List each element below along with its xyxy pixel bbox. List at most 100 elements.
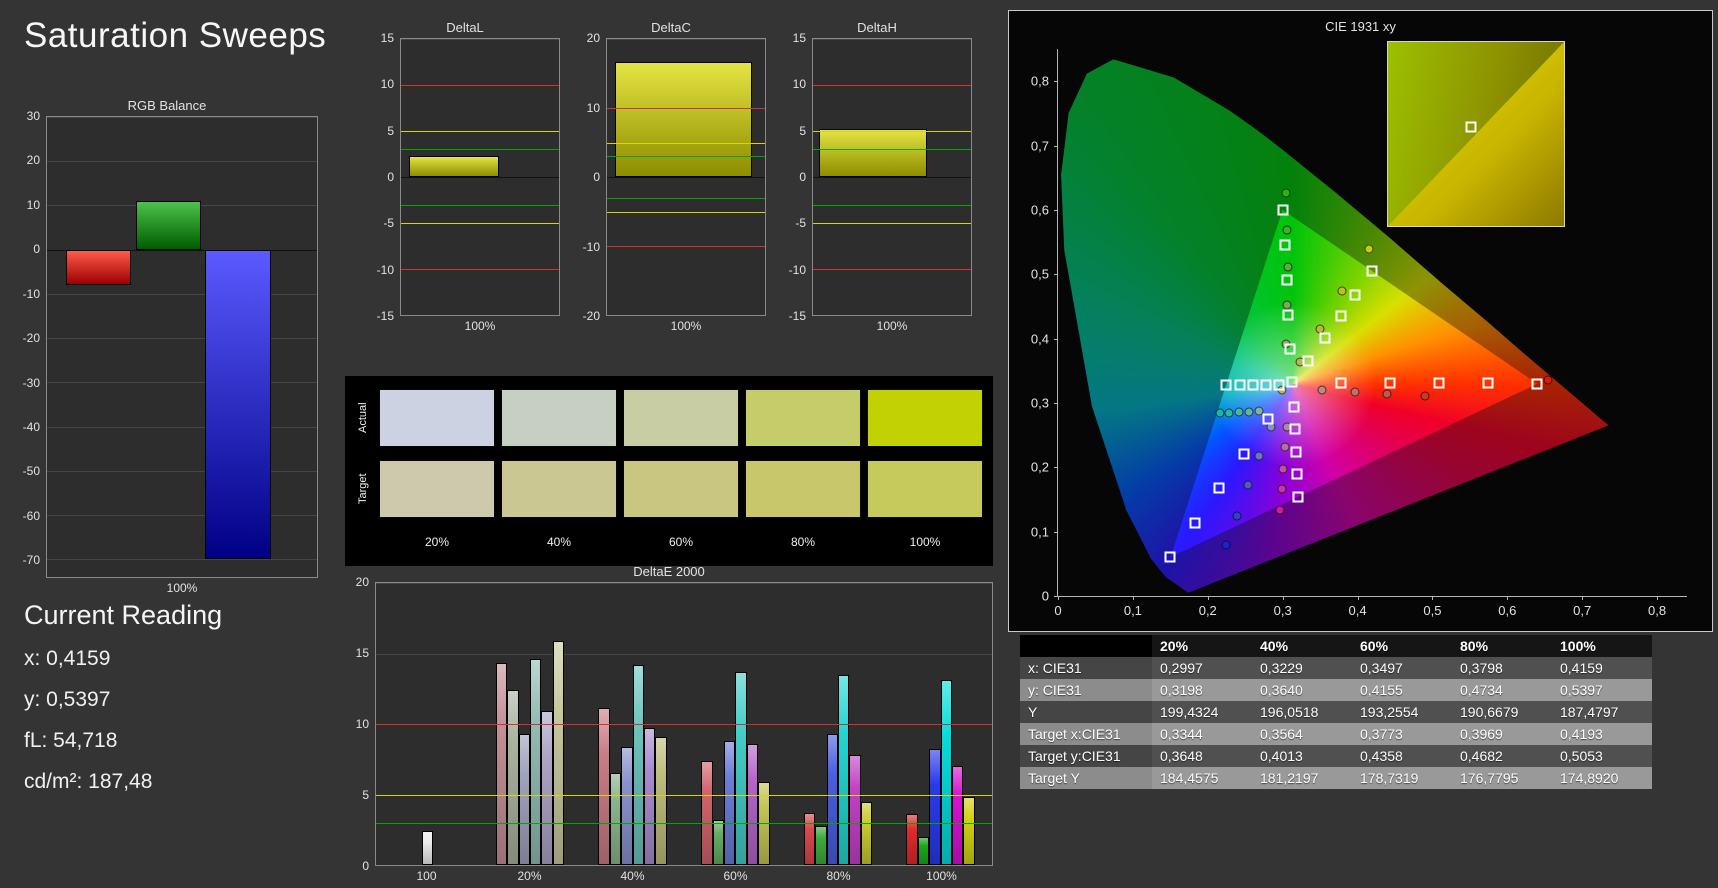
delta-c-y-axis: 20 10 0 -10 -20 <box>576 32 606 322</box>
cie-target-square <box>1281 274 1293 286</box>
inset-target-marker <box>1465 121 1477 133</box>
rgb-y-axis: 30 20 10 0 -10 -20 -30 -40 -50 -60 -70 <box>16 110 46 578</box>
current-reading-line: fL: 54,718 <box>24 729 118 752</box>
deltae-bar <box>541 711 553 865</box>
target-swatch <box>867 460 983 518</box>
deltae-bar <box>712 819 724 865</box>
table-value-cell: 0,4682 <box>1452 745 1552 767</box>
cie-y-tick-label: 0,1 <box>1030 524 1049 540</box>
cie-target-square <box>1164 551 1176 563</box>
y-tick-label: 15 <box>355 646 369 660</box>
cie-x-tick-label: 0,3 <box>1273 603 1292 618</box>
rgb-x-axis: 100% <box>46 578 318 598</box>
app-root: Saturation Sweeps RGB Balance 30 20 10 0 -10… <box>0 0 1718 888</box>
delta-c-chart: DeltaC 20 10 0 -10 -20 100% <box>576 20 766 336</box>
deltae-bar <box>552 640 565 865</box>
cie-target-square <box>1286 376 1298 388</box>
reference-line <box>401 269 559 270</box>
table-value-cell: 0,4013 <box>1252 745 1352 767</box>
table-value-cell: 190,6679 <box>1452 701 1552 723</box>
cie-target-square <box>1335 310 1347 322</box>
reference-line <box>607 142 765 144</box>
y-tick-label: -15 <box>376 309 394 323</box>
zero-line <box>813 177 971 178</box>
y-tick-label: -40 <box>22 419 40 434</box>
cie-x-tick-label: 0,4 <box>1348 603 1367 618</box>
cie-target-square <box>1292 491 1304 503</box>
y-tick-label: 10 <box>586 100 600 115</box>
reference-line <box>607 197 765 199</box>
cie-measurement-dot <box>1282 225 1292 235</box>
deltae-bar <box>655 736 667 865</box>
gridline <box>47 293 317 295</box>
gridline <box>607 39 765 40</box>
cie-x-tick-label: 0,6 <box>1498 603 1517 618</box>
cie-x-tick-mark <box>1582 596 1584 600</box>
deltae-bar <box>621 746 633 865</box>
gridline <box>47 470 317 472</box>
cie-target-square <box>1220 379 1232 391</box>
y-tick-label: -10 <box>22 286 40 301</box>
table-row-label: Target x:CIE31 <box>1020 723 1152 745</box>
deltae-bar <box>952 766 964 865</box>
cie-measurement-dot <box>1420 391 1430 401</box>
cie-measurement-dot <box>1224 408 1234 418</box>
target-swatch <box>379 460 495 518</box>
cie-target-square <box>1319 332 1331 344</box>
gridline <box>47 382 317 384</box>
delta-l-body: 15 10 5 0 -5 -10 -15 <box>370 32 560 322</box>
table-row-label: y: CIE31 <box>1020 679 1152 701</box>
cie-measurement-dot <box>1243 480 1253 490</box>
x-group-label: 100 <box>416 869 437 883</box>
gridline <box>401 39 559 40</box>
cie-measurement-dot <box>1275 505 1285 515</box>
cie-1931-panel: CIE 1931 xy 0 0,1 0,2 0,3 0,4 0,5 0,6 0,7 0,8 0 0,… <box>1008 10 1713 632</box>
reference-line <box>401 204 559 206</box>
swatch-col-label: 20% <box>424 535 450 549</box>
table-value-cell: 196,0518 <box>1252 701 1352 723</box>
table-value-cell: 0,3198 <box>1152 679 1252 701</box>
y-tick-label: 10 <box>792 77 806 92</box>
deltae-bar <box>507 690 519 865</box>
cie-measurement-dot <box>1350 387 1360 397</box>
table-value-cell: 0,3648 <box>1152 745 1252 767</box>
table-value-cell: 187,4797 <box>1552 701 1652 723</box>
reference-line <box>401 85 559 86</box>
cie-y-tick-label: 0,7 <box>1030 138 1049 154</box>
cie-x-tick-mark <box>1657 596 1659 600</box>
cie-target-square <box>1531 378 1543 390</box>
cie-target-square <box>1213 482 1225 494</box>
deltaH-chart-bar <box>819 129 927 177</box>
table-value-cell: 0,3798 <box>1452 657 1552 679</box>
rgb-bar-green <box>135 201 201 250</box>
cie-target-square <box>1290 446 1302 458</box>
cie-target-square <box>1282 309 1294 321</box>
reference-line <box>376 794 992 796</box>
y-tick-label: 15 <box>792 31 806 45</box>
current-reading-line: y: 0,5397 <box>24 688 111 711</box>
cie-target-square <box>1277 204 1289 216</box>
delta-l-title: DeltaL <box>446 20 484 35</box>
reference-line <box>813 204 971 206</box>
delta-e-body: 0 5 10 15 20 <box>345 576 993 872</box>
cie-target-square <box>1349 289 1361 301</box>
table-row-label: Target y:CIE31 <box>1020 745 1152 767</box>
cie-target-square <box>1238 448 1250 460</box>
deltae-bar <box>826 733 838 865</box>
swatch-col-label: 40% <box>546 535 572 549</box>
gridline <box>47 559 317 561</box>
cie-x-tick-label: 0 <box>1054 603 1062 618</box>
x-group-label: 80% <box>826 869 851 883</box>
rgb-bar-red <box>65 249 132 286</box>
cie-x-tick-label: 0,5 <box>1423 603 1442 618</box>
actual-swatch <box>379 389 495 447</box>
swatch-col-label: 60% <box>668 535 694 549</box>
cie-x-tick-label: 0,2 <box>1198 603 1217 618</box>
current-reading-line: cd/m²: 187,48 <box>24 770 153 793</box>
cie-measurement-dot <box>1277 484 1287 494</box>
deltae-bar <box>598 708 610 865</box>
reference-line <box>607 211 765 213</box>
zero-line <box>401 177 559 178</box>
reference-line <box>401 223 559 224</box>
reference-line <box>813 149 971 151</box>
